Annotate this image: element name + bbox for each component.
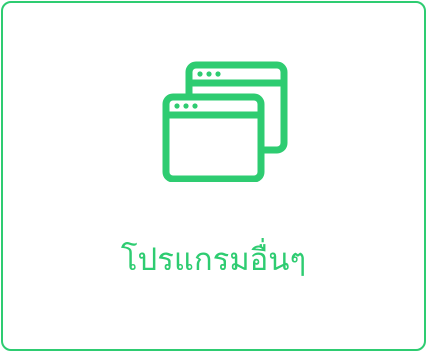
other-programs-card[interactable]: โปรแกรมอื่นๆ — [1, 1, 426, 351]
windows-icon — [162, 60, 292, 182]
card-label: โปรแกรมอื่นๆ — [120, 242, 307, 278]
